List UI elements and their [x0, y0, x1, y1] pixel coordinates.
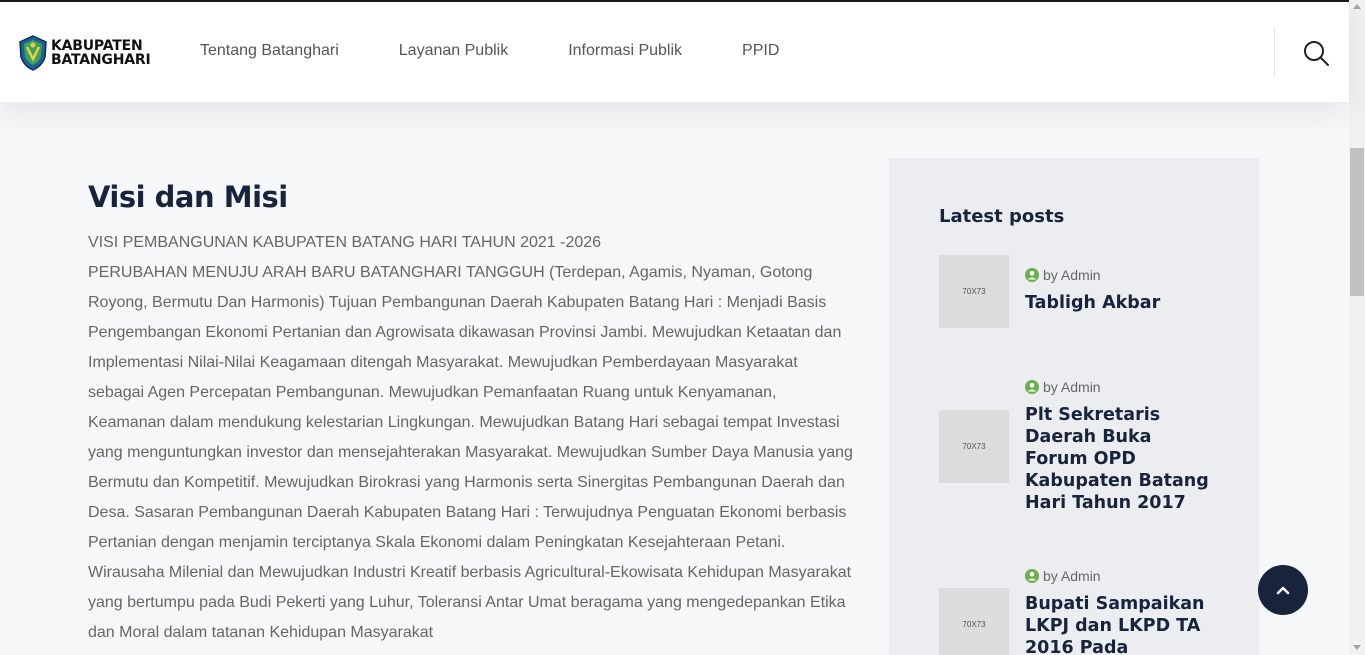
logo-line-2: BATANGHARI	[51, 52, 151, 68]
post-title[interactable]: Bupati Sampaikan LKPJ dan LKPD TA 2016 P…	[1025, 593, 1215, 655]
site-header: KABUPATEN BATANGHARI Tentang Batanghari …	[0, 2, 1349, 102]
post-meta: by Admin	[1025, 267, 1101, 283]
post-thumbnail[interactable]: 70X73	[939, 588, 1009, 655]
logo-line-1: KABUPATEN	[51, 38, 143, 54]
article-body: VISI PEMBANGUNAN KABUPATEN BATANG HARI T…	[88, 228, 858, 648]
sidebar-title: Latest posts	[939, 206, 1065, 227]
main-nav: Tentang Batanghari Layanan Publik Inform…	[200, 42, 839, 60]
post-meta: by Admin	[1025, 568, 1101, 584]
post-author: by Admin	[1043, 379, 1101, 395]
page-title: Visi dan Misi	[88, 180, 288, 214]
sidebar: Latest posts 70X73 by Admin Tabligh Akba…	[889, 158, 1259, 655]
scroll-down-arrow-icon[interactable]	[1353, 645, 1361, 650]
nav-informasi-publik[interactable]: Informasi Publik	[568, 42, 682, 60]
search-icon	[1304, 41, 1329, 66]
post-title[interactable]: Tabligh Akbar	[1025, 292, 1215, 314]
article-text: VISI PEMBANGUNAN KABUPATEN BATANG HARI T…	[88, 234, 853, 641]
search-button[interactable]	[1302, 39, 1330, 67]
post-title[interactable]: Plt Sekretaris Daerah Buka Forum OPD Kab…	[1025, 404, 1215, 514]
nav-layanan-publik[interactable]: Layanan Publik	[399, 42, 508, 60]
back-to-top-button[interactable]	[1258, 565, 1308, 615]
user-icon	[1025, 268, 1039, 282]
nav-ppid[interactable]: PPID	[742, 42, 779, 60]
chevron-up-icon	[1276, 586, 1290, 595]
header-divider	[1274, 28, 1275, 76]
scrollbar-thumb[interactable]	[1350, 148, 1364, 296]
post-author: by Admin	[1043, 267, 1101, 283]
nav-tentang-batanghari[interactable]: Tentang Batanghari	[200, 42, 339, 60]
user-icon	[1025, 380, 1039, 394]
post-meta: by Admin	[1025, 379, 1101, 395]
page-scrollbar[interactable]	[1349, 0, 1365, 655]
post-thumbnail[interactable]: 70X73	[939, 255, 1009, 328]
site-logo[interactable]: KABUPATEN BATANGHARI	[18, 35, 151, 71]
user-icon	[1025, 569, 1039, 583]
logo-emblem-icon	[19, 35, 47, 71]
logo-text: KABUPATEN BATANGHARI	[51, 38, 151, 68]
post-thumbnail[interactable]: 70X73	[939, 410, 1009, 483]
scroll-up-arrow-icon[interactable]	[1353, 4, 1361, 9]
main-content: Visi dan Misi VISI PEMBANGUNAN KABUPATEN…	[88, 180, 858, 648]
post-author: by Admin	[1043, 568, 1101, 584]
